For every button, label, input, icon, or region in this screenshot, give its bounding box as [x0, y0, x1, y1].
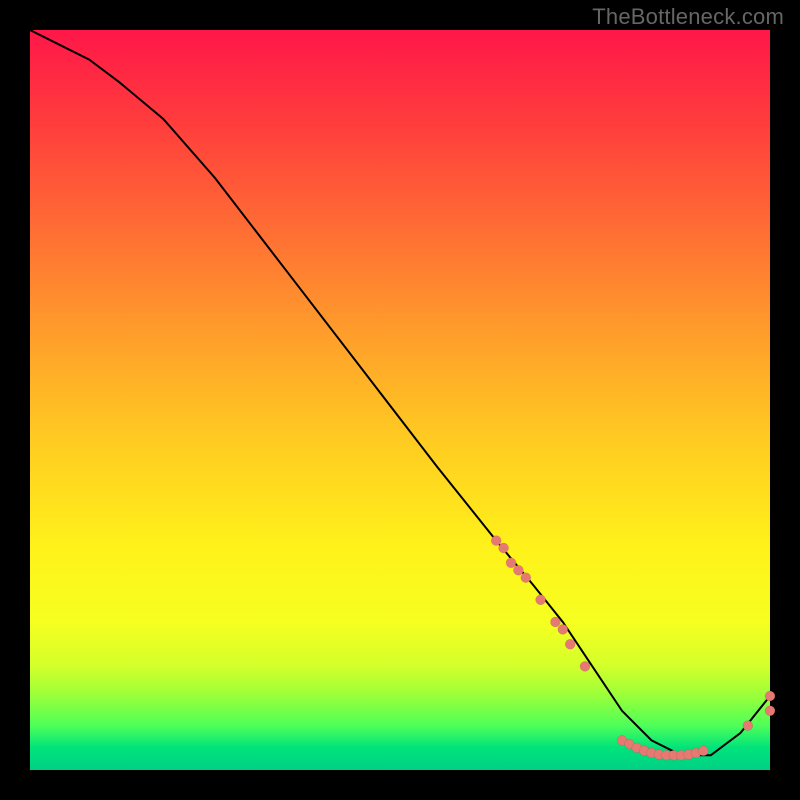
plot-area [30, 30, 770, 770]
data-point [491, 536, 501, 546]
data-point [513, 565, 523, 575]
data-point [765, 706, 775, 716]
bottleneck-curve [30, 30, 770, 755]
curve-svg [30, 30, 770, 770]
watermark-text: TheBottleneck.com [592, 4, 784, 30]
data-markers [491, 536, 775, 761]
chart-frame: TheBottleneck.com [0, 0, 800, 800]
data-point [536, 595, 546, 605]
data-point [521, 573, 531, 583]
data-point [558, 624, 568, 634]
data-point [765, 691, 775, 701]
data-point [698, 746, 708, 756]
data-point [506, 558, 516, 568]
data-point [580, 661, 590, 671]
data-point [743, 721, 753, 731]
data-point [499, 543, 509, 553]
data-point [565, 639, 575, 649]
data-point [550, 617, 560, 627]
